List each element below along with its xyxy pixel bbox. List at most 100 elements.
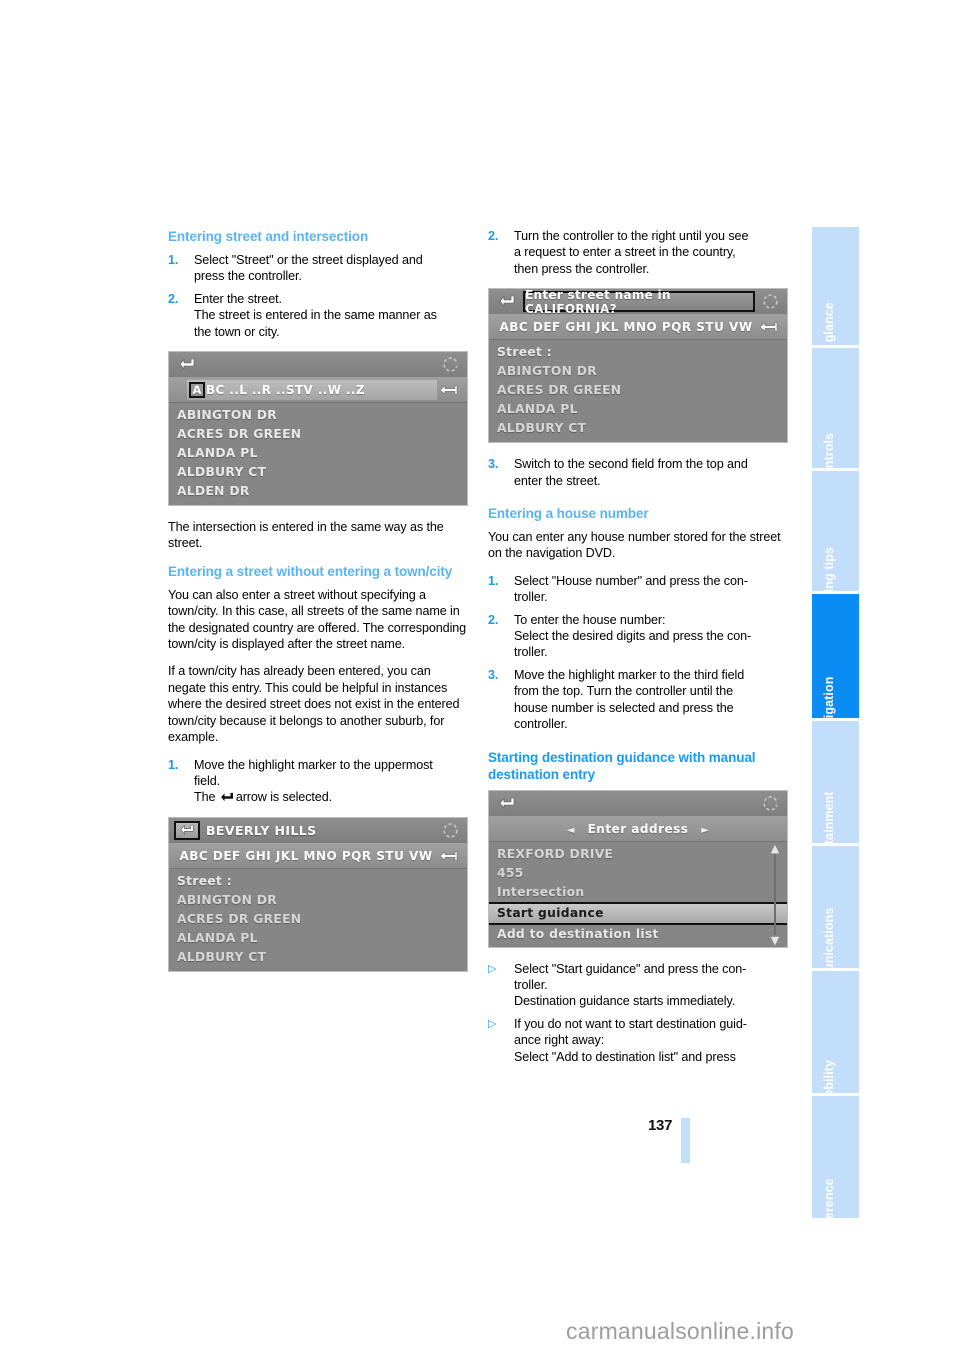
idrive-scrollbar[interactable]: ▲ ▼ — [768, 843, 782, 946]
enter-arrow-icon[interactable] — [437, 383, 461, 397]
paragraph-street-without-town: You can also enter a street without spec… — [168, 587, 467, 652]
watermark: carmanualsonline.info — [566, 1318, 794, 1344]
steps-turn-controller: 2. Turn the controller to the right unti… — [488, 228, 788, 277]
list-item[interactable]: 455 — [489, 864, 787, 883]
step-line: Move the highlight marker to the uppermo… — [194, 757, 433, 772]
list-item-start-guidance[interactable]: Start guidance — [489, 901, 787, 925]
list-item[interactable]: ALANDA PL — [169, 929, 467, 948]
sidebar-item-at-a-glance[interactable]: At a glance — [812, 227, 859, 370]
left-text-column: Entering street and intersection 1. Sele… — [168, 228, 468, 985]
step-marker: 2. — [168, 291, 179, 306]
page-number-rule — [681, 1118, 690, 1163]
step-item: 1. Select "Street" or the street display… — [168, 252, 468, 285]
idrive-street-list: Street : ABINGTON DR ACRES DR GREEN ALAN… — [169, 868, 467, 971]
heading-entering-house-number: Entering a house number — [488, 506, 649, 522]
step-line: If you do not want to start destination … — [514, 1016, 747, 1031]
sidebar-item-navigation[interactable]: Navigation — [812, 594, 859, 741]
step-item: ▷ Select "Start guidance" and press the … — [488, 961, 788, 1010]
sidebar-item-driving-tips[interactable]: Driving tips — [812, 471, 859, 617]
step-marker: 3. — [488, 457, 499, 472]
steps-switch-second-field: 3. Switch to the second field from the t… — [488, 456, 788, 489]
list-item-add-to-destination-list[interactable]: Add to destination list — [489, 925, 787, 947]
list-item[interactable]: ALDBURY CT — [489, 419, 787, 438]
step-line: Select "Start guidance" and press the co… — [514, 961, 747, 976]
page-number: 137 — [648, 1117, 673, 1134]
step-marker: 1. — [168, 757, 179, 772]
step-line: Select "House number" and press the con- — [514, 573, 748, 588]
step-line: press the controller. — [194, 269, 302, 284]
step-marker: 3. — [488, 667, 499, 682]
back-arrow-icon — [220, 792, 235, 803]
enter-street-country-field[interactable]: Enter street name in CALIFORNIA? — [523, 289, 755, 316]
back-arrow-icon[interactable] — [494, 794, 520, 813]
sidebar-item-communications[interactable]: Communications — [812, 846, 859, 1010]
steps-house-number: 1. Select "House number" and press the c… — [488, 573, 788, 733]
idrive-address-tab-bar[interactable]: ◄ Enter address ► — [489, 815, 787, 842]
list-item[interactable]: ABINGTON DR — [489, 362, 787, 381]
idrive-address-list: REXFORD DRIVE 455 Intersection Start gui… — [489, 841, 787, 947]
letter-selector-field[interactable]: A BC ..L ..R ..STV ..W ..Z — [187, 380, 437, 401]
letter-range-labels[interactable]: BC ..L ..R ..STV ..W ..Z — [206, 383, 365, 397]
field-text: Enter street name in CALIFORNIA? — [525, 288, 671, 316]
sidebar-item-entertainment[interactable]: Entertainment — [812, 721, 859, 877]
chevron-right-icon[interactable]: ► — [701, 825, 709, 836]
idrive-letter-bar[interactable]: ABC DEF GHI JKL MNO PQR STU VW — [169, 842, 467, 869]
list-item[interactable]: ALANDA PL — [489, 400, 787, 419]
step-marker: 1. — [168, 253, 179, 267]
steps-move-highlight-marker: 1. Move the highlight marker to the uppe… — [168, 757, 468, 806]
chevron-left-icon[interactable]: ◄ — [567, 825, 575, 836]
list-item[interactable]: ABINGTON DR — [169, 406, 467, 425]
sidebar-item-mobility[interactable]: Mobility — [812, 971, 859, 1108]
letter-group-labels[interactable]: ABC DEF GHI JKL MNO PQR STU VW — [175, 849, 437, 863]
list-item[interactable]: Intersection — [489, 883, 787, 902]
step-line: Select the desired digits and press the … — [514, 629, 752, 644]
step-line: Select "Street" or the street displayed … — [194, 253, 423, 267]
idrive-letter-bar[interactable]: A BC ..L ..R ..STV ..W ..Z — [169, 377, 467, 404]
list-item[interactable]: ACRES DR GREEN — [169, 910, 467, 929]
step-line: the town or city. — [194, 324, 280, 339]
scroll-up-arrow-icon[interactable]: ▲ — [771, 843, 779, 854]
chapter-tab-sidebar: At a glance Controls Driving tips Naviga… — [812, 227, 859, 1240]
step-line: enter the street. — [514, 473, 601, 488]
list-item[interactable]: ACRES DR GREEN — [489, 381, 787, 400]
paragraph-intersection-note: The intersection is entered in the same … — [168, 520, 444, 551]
step-line: ance right away: — [514, 1033, 605, 1048]
letter-group-labels[interactable]: ABC DEF GHI JKL MNO PQR STU VW — [495, 320, 757, 334]
list-item-label: Street : — [177, 873, 232, 888]
scroll-down-arrow-icon[interactable]: ▼ — [771, 935, 779, 946]
list-item[interactable]: ACRES DR GREEN — [169, 425, 467, 444]
heading-starting-destination-guidance: Starting destination guidance with manua… — [488, 749, 756, 782]
list-item[interactable]: REXFORD DRIVE — [489, 845, 787, 864]
idrive-controller-icon — [438, 820, 462, 841]
idrive-top-bar — [489, 790, 787, 816]
idrive-controller-icon — [438, 354, 462, 375]
back-arrow-icon[interactable] — [174, 820, 200, 840]
steps-start-guidance-options: ▷ Select "Start guidance" and press the … — [488, 961, 788, 1065]
enter-arrow-icon[interactable] — [757, 320, 781, 334]
scrollbar-track[interactable] — [774, 853, 776, 935]
step-item: 3. Switch to the second field from the t… — [488, 456, 788, 489]
manual-page: Entering street and intersection 1. Sele… — [0, 0, 960, 1358]
list-item[interactable]: ALANDA PL — [169, 444, 467, 463]
step-item: 2. To enter the house number: Select the… — [488, 612, 788, 661]
sidebar-item-reference[interactable]: Reference — [812, 1096, 859, 1240]
selected-letter[interactable]: A — [189, 382, 205, 399]
idrive-letter-bar[interactable]: ABC DEF GHI JKL MNO PQR STU VW — [489, 314, 787, 341]
list-item[interactable]: ALDBURY CT — [169, 948, 467, 967]
sidebar-item-controls[interactable]: Controls — [812, 348, 859, 485]
step-line: troller. — [514, 977, 548, 992]
idrive-top-bar — [169, 352, 467, 378]
list-item[interactable]: ALDBURY CT — [169, 463, 467, 482]
step-item: 1. Move the highlight marker to the uppe… — [168, 757, 468, 806]
list-item-label: Street : — [497, 345, 552, 360]
step-line: troller. — [514, 645, 548, 660]
step-marker: 2. — [488, 612, 499, 627]
back-arrow-icon[interactable] — [494, 292, 520, 311]
idrive-title: BEVERLY HILLS — [206, 822, 317, 838]
list-item[interactable]: ABINGTON DR — [169, 891, 467, 910]
enter-arrow-icon[interactable] — [437, 849, 461, 863]
idrive-screen-enter-address: ◄ Enter address ► REXFORD DRIVE 455 Inte… — [488, 789, 788, 948]
back-arrow-icon[interactable] — [174, 355, 200, 374]
list-item[interactable]: ALDEN DR — [169, 482, 467, 501]
idrive-screen-beverly-hills: BEVERLY HILLS ABC DEF GHI JKL MNO PQR ST… — [168, 816, 468, 972]
